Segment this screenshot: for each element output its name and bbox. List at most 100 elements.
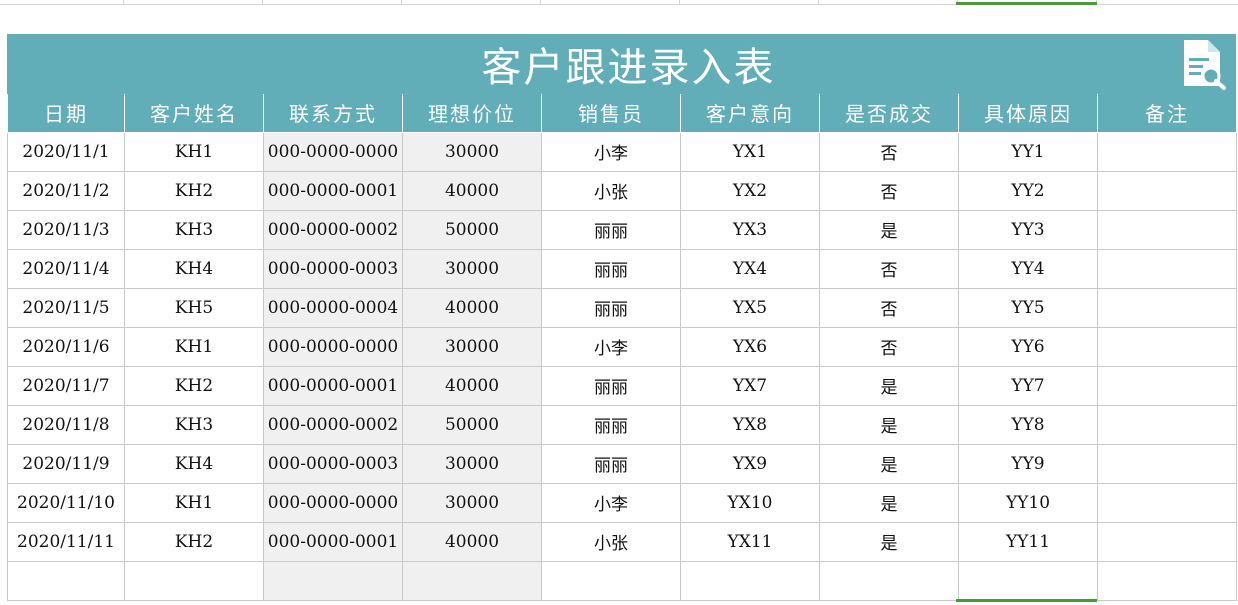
table-cell[interactable]: KH4 <box>124 443 264 484</box>
table-cell[interactable] <box>1097 131 1237 172</box>
table-cell[interactable]: 2020/11/10 <box>7 482 125 523</box>
table-cell[interactable] <box>402 560 542 601</box>
table-cell[interactable]: 30000 <box>402 482 542 523</box>
selected-cell-top-edge[interactable] <box>956 2 1097 5</box>
table-cell[interactable] <box>1097 170 1237 211</box>
table-cell[interactable]: KH1 <box>124 326 264 367</box>
table-cell[interactable] <box>263 560 403 601</box>
table-cell[interactable]: 否 <box>819 131 959 172</box>
table-cell[interactable] <box>7 560 125 601</box>
table-cell[interactable]: 000-0000-0000 <box>263 131 403 172</box>
table-cell[interactable]: YX2 <box>680 170 820 211</box>
table-cell[interactable]: KH1 <box>124 131 264 172</box>
table-cell[interactable]: KH3 <box>124 404 264 445</box>
table-cell[interactable]: YY2 <box>958 170 1098 211</box>
table-cell[interactable]: 000-0000-0003 <box>263 443 403 484</box>
table-cell[interactable]: 小张 <box>541 521 681 562</box>
table-cell[interactable]: YX10 <box>680 482 820 523</box>
table-cell[interactable]: 丽丽 <box>541 248 681 289</box>
table-cell[interactable]: 2020/11/2 <box>7 170 125 211</box>
table-cell[interactable] <box>1097 404 1237 445</box>
table-cell[interactable]: 000-0000-0001 <box>263 521 403 562</box>
table-cell[interactable]: 丽丽 <box>541 404 681 445</box>
table-cell[interactable]: 30000 <box>402 326 542 367</box>
column-header[interactable]: 销售员 <box>541 94 681 133</box>
table-cell[interactable]: YX11 <box>680 521 820 562</box>
table-cell[interactable]: 2020/11/6 <box>7 326 125 367</box>
table-cell[interactable]: 30000 <box>402 443 542 484</box>
table-cell[interactable]: 50000 <box>402 209 542 250</box>
table-cell[interactable]: YY11 <box>958 521 1098 562</box>
table-cell[interactable]: 是 <box>819 482 959 523</box>
table-cell[interactable]: 40000 <box>402 365 542 406</box>
table-cell[interactable]: 是 <box>819 443 959 484</box>
table-cell[interactable]: 是 <box>819 404 959 445</box>
table-cell[interactable]: 小李 <box>541 326 681 367</box>
table-cell[interactable]: 丽丽 <box>541 209 681 250</box>
table-cell[interactable]: KH2 <box>124 521 264 562</box>
table-cell[interactable]: 2020/11/8 <box>7 404 125 445</box>
table-cell[interactable]: KH3 <box>124 209 264 250</box>
table-cell[interactable]: 50000 <box>402 404 542 445</box>
column-header[interactable]: 客户意向 <box>680 94 820 133</box>
column-header[interactable]: 备注 <box>1097 94 1237 133</box>
table-cell[interactable]: YY7 <box>958 365 1098 406</box>
table-cell[interactable]: 否 <box>819 326 959 367</box>
table-cell[interactable] <box>1097 560 1237 601</box>
table-cell[interactable]: KH1 <box>124 482 264 523</box>
table-cell[interactable]: 否 <box>819 248 959 289</box>
table-cell[interactable]: 丽丽 <box>541 365 681 406</box>
table-cell[interactable] <box>1097 443 1237 484</box>
table-cell[interactable] <box>1097 248 1237 289</box>
table-cell[interactable]: YY6 <box>958 326 1098 367</box>
table-cell[interactable]: 否 <box>819 287 959 328</box>
table-cell[interactable]: 30000 <box>402 248 542 289</box>
table-cell[interactable]: YY1 <box>958 131 1098 172</box>
table-cell[interactable]: 2020/11/3 <box>7 209 125 250</box>
table-cell[interactable] <box>1097 209 1237 250</box>
table-cell[interactable] <box>819 560 959 601</box>
table-cell[interactable]: 是 <box>819 365 959 406</box>
column-header[interactable]: 具体原因 <box>958 94 1098 133</box>
table-cell[interactable]: YX8 <box>680 404 820 445</box>
table-cell[interactable] <box>958 560 1098 601</box>
table-cell[interactable]: YY9 <box>958 443 1098 484</box>
table-cell[interactable]: 2020/11/1 <box>7 131 125 172</box>
table-cell[interactable]: KH2 <box>124 365 264 406</box>
table-cell[interactable]: 丽丽 <box>541 287 681 328</box>
table-cell[interactable]: YY3 <box>958 209 1098 250</box>
column-header[interactable]: 日期 <box>7 94 125 133</box>
selected-cell-bottom-edge[interactable] <box>956 599 1097 602</box>
table-cell[interactable]: 40000 <box>402 170 542 211</box>
table-cell[interactable]: YY8 <box>958 404 1098 445</box>
table-cell[interactable]: 小张 <box>541 170 681 211</box>
column-header[interactable]: 客户姓名 <box>124 94 264 133</box>
table-cell[interactable] <box>1097 482 1237 523</box>
table-cell[interactable]: 000-0000-0000 <box>263 482 403 523</box>
table-cell[interactable]: 000-0000-0001 <box>263 365 403 406</box>
table-cell[interactable] <box>1097 365 1237 406</box>
table-cell[interactable] <box>124 560 264 601</box>
table-cell[interactable] <box>1097 287 1237 328</box>
table-cell[interactable]: 000-0000-0002 <box>263 404 403 445</box>
table-cell[interactable]: YY10 <box>958 482 1098 523</box>
table-cell[interactable]: 2020/11/4 <box>7 248 125 289</box>
table-cell[interactable]: 2020/11/5 <box>7 287 125 328</box>
table-cell[interactable]: 000-0000-0003 <box>263 248 403 289</box>
table-cell[interactable]: 2020/11/9 <box>7 443 125 484</box>
table-cell[interactable]: 丽丽 <box>541 443 681 484</box>
table-cell[interactable]: 000-0000-0002 <box>263 209 403 250</box>
table-cell[interactable] <box>680 560 820 601</box>
table-cell[interactable]: 30000 <box>402 131 542 172</box>
table-cell[interactable]: YX1 <box>680 131 820 172</box>
table-cell[interactable]: 是 <box>819 521 959 562</box>
table-cell[interactable] <box>1097 521 1237 562</box>
column-header[interactable]: 是否成交 <box>819 94 959 133</box>
table-cell[interactable]: 小李 <box>541 131 681 172</box>
table-cell[interactable]: KH5 <box>124 287 264 328</box>
table-cell[interactable]: KH4 <box>124 248 264 289</box>
table-cell[interactable]: YX4 <box>680 248 820 289</box>
table-cell[interactable] <box>541 560 681 601</box>
table-cell[interactable]: YX5 <box>680 287 820 328</box>
table-cell[interactable]: YY5 <box>958 287 1098 328</box>
